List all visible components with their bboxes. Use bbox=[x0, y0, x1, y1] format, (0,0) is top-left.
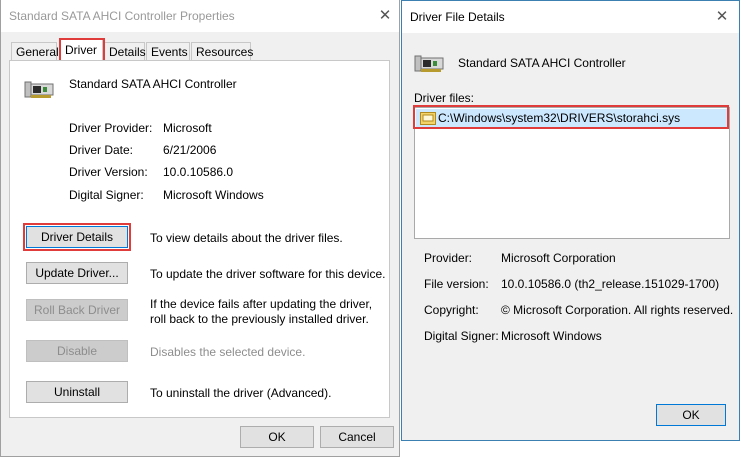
tab-general[interactable]: General bbox=[11, 42, 59, 60]
update-driver-button[interactable]: Update Driver... bbox=[26, 262, 128, 284]
tab-events[interactable]: Events bbox=[146, 42, 190, 60]
driver-file-highlight bbox=[413, 105, 729, 129]
driver-provider-value: Microsoft bbox=[163, 121, 212, 135]
copyright-value: © Microsoft Corporation. All rights rese… bbox=[501, 303, 734, 317]
uninstall-desc: To uninstall the driver (Advanced). bbox=[150, 386, 332, 400]
provider-label: Provider: bbox=[424, 251, 473, 265]
update-driver-desc: To update the driver software for this d… bbox=[150, 267, 386, 281]
details-titlebar: Driver File Details ✕ bbox=[402, 1, 739, 33]
tab-details[interactable]: Details bbox=[104, 42, 146, 60]
disable-desc: Disables the selected device. bbox=[150, 345, 306, 359]
details-digital-signer-value: Microsoft Windows bbox=[501, 329, 602, 343]
cancel-button[interactable]: Cancel bbox=[320, 426, 394, 448]
file-version-value: 10.0.10586.0 (th2_release.151029-1700) bbox=[501, 277, 720, 291]
file-version-label: File version: bbox=[424, 277, 489, 291]
properties-dialog: Standard SATA AHCI Controller Properties… bbox=[0, 0, 400, 457]
driver-file-details-dialog: Driver File Details ✕ Standard SATA AHCI… bbox=[401, 0, 740, 441]
copyright-label: Copyright: bbox=[424, 303, 479, 317]
close-icon[interactable]: ✕ bbox=[375, 6, 395, 26]
driver-date-label: Driver Date: bbox=[69, 143, 134, 157]
storage-controller-icon bbox=[414, 55, 444, 72]
tab-resources[interactable]: Resources bbox=[191, 42, 253, 60]
driver-details-highlight bbox=[23, 223, 131, 251]
details-title: Driver File Details bbox=[410, 10, 505, 24]
properties-title: Standard SATA AHCI Controller Properties bbox=[9, 9, 235, 23]
disable-button[interactable]: Disable bbox=[26, 340, 128, 362]
driver-files-label: Driver files: bbox=[414, 91, 475, 105]
details-device-name: Standard SATA AHCI Controller bbox=[458, 56, 626, 70]
roll-back-driver-button[interactable]: Roll Back Driver bbox=[26, 299, 128, 321]
details-ok-button[interactable]: OK bbox=[656, 404, 726, 426]
driver-tab-panel: Standard SATA AHCI Controller Driver Pro… bbox=[9, 60, 390, 418]
provider-value: Microsoft Corporation bbox=[501, 251, 616, 265]
driver-date-value: 6/21/2006 bbox=[163, 143, 217, 157]
driver-provider-label: Driver Provider: bbox=[69, 121, 153, 135]
digital-signer-label: Digital Signer: bbox=[69, 188, 144, 202]
digital-signer-value: Microsoft Windows bbox=[163, 188, 264, 202]
details-digital-signer-label: Digital Signer: bbox=[424, 329, 499, 343]
driver-version-label: Driver Version: bbox=[69, 165, 148, 179]
device-name: Standard SATA AHCI Controller bbox=[69, 77, 237, 91]
driver-version-value: 10.0.10586.0 bbox=[163, 165, 234, 179]
uninstall-button[interactable]: Uninstall bbox=[26, 381, 128, 403]
driver-details-desc: To view details about the driver files. bbox=[150, 231, 343, 245]
properties-titlebar: Standard SATA AHCI Controller Properties… bbox=[1, 0, 399, 32]
ok-button[interactable]: OK bbox=[240, 426, 314, 448]
roll-back-driver-desc: If the device fails after updating the d… bbox=[150, 297, 373, 326]
storage-controller-icon bbox=[24, 81, 54, 98]
close-icon[interactable]: ✕ bbox=[712, 7, 732, 27]
